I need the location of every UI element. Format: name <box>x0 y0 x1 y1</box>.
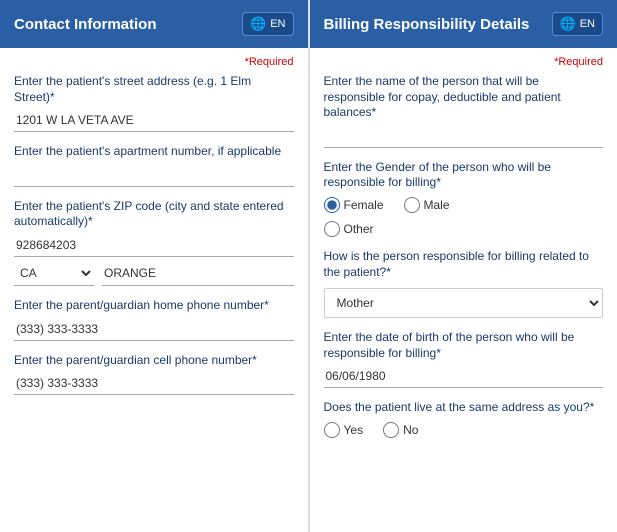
dob-input[interactable] <box>324 365 604 388</box>
gender-radio-row: Female Male <box>324 197 604 213</box>
left-panel-title: Contact Information <box>14 16 157 33</box>
gender-male-label: Male <box>424 198 450 212</box>
street-input[interactable] <box>14 109 294 132</box>
state-zip-row: CA NY TX <box>14 261 294 286</box>
same-address-no-label: No <box>403 423 418 437</box>
zip-label: Enter the patient's ZIP code (city and s… <box>14 199 294 230</box>
same-address-no-option[interactable]: No <box>383 422 418 438</box>
gender-other-option[interactable]: Other <box>324 221 604 237</box>
zip-input[interactable] <box>14 234 294 257</box>
gender-field-group: Enter the Gender of the person who will … <box>324 160 604 237</box>
relationship-select[interactable]: Mother Father Self Spouse Other <box>324 288 604 318</box>
street-label: Enter the patient's street address (e.g.… <box>14 74 294 105</box>
same-address-radio-row: Yes No <box>324 422 604 438</box>
apt-label: Enter the patient's apartment number, if… <box>14 144 294 160</box>
right-panel-header: Billing Responsibility Details 🌐 EN <box>310 0 617 48</box>
city-input[interactable] <box>102 261 294 286</box>
left-lang-label: EN <box>270 18 285 30</box>
gender-other-radio[interactable] <box>324 221 340 237</box>
state-select[interactable]: CA NY TX <box>14 261 94 286</box>
same-address-field-group: Does the patient live at the same addres… <box>324 400 604 438</box>
gender-female-label: Female <box>344 198 384 212</box>
street-field-group: Enter the patient's street address (e.g.… <box>14 74 294 132</box>
right-globe-icon: 🌐 <box>560 16 576 32</box>
zip-field-group: Enter the patient's ZIP code (city and s… <box>14 199 294 286</box>
home-phone-field-group: Enter the parent/guardian home phone num… <box>14 298 294 341</box>
left-panel-body: *Required Enter the patient's street add… <box>0 48 308 532</box>
gender-female-option[interactable]: Female <box>324 197 384 213</box>
relationship-label: How is the person responsible for billin… <box>324 249 604 280</box>
left-panel: Contact Information 🌐 EN *Required Enter… <box>0 0 308 532</box>
gender-label: Enter the Gender of the person who will … <box>324 160 604 191</box>
cell-phone-field-group: Enter the parent/guardian cell phone num… <box>14 353 294 396</box>
dob-label: Enter the date of birth of the person wh… <box>324 330 604 361</box>
home-phone-label: Enter the parent/guardian home phone num… <box>14 298 294 314</box>
left-panel-header: Contact Information 🌐 EN <box>0 0 308 48</box>
gender-other-label: Other <box>344 222 374 236</box>
gender-male-option[interactable]: Male <box>404 197 450 213</box>
home-phone-input[interactable] <box>14 318 294 341</box>
responsible-name-input[interactable] <box>324 125 604 148</box>
right-panel-body: *Required Enter the name of the person t… <box>310 48 617 532</box>
same-address-yes-option[interactable]: Yes <box>324 422 364 438</box>
right-lang-badge[interactable]: 🌐 EN <box>552 12 603 36</box>
dob-field-group: Enter the date of birth of the person wh… <box>324 330 604 388</box>
right-panel: Billing Responsibility Details 🌐 EN *Req… <box>309 0 617 532</box>
same-address-yes-radio[interactable] <box>324 422 340 438</box>
same-address-no-radio[interactable] <box>383 422 399 438</box>
right-required-note: *Required <box>324 56 604 68</box>
responsible-name-label: Enter the name of the person that will b… <box>324 74 604 121</box>
same-address-label: Does the patient live at the same addres… <box>324 400 604 416</box>
right-lang-label: EN <box>580 18 595 30</box>
left-required-note: *Required <box>14 56 294 68</box>
right-panel-title: Billing Responsibility Details <box>324 16 530 33</box>
cell-phone-input[interactable] <box>14 372 294 395</box>
gender-other-row: Other <box>324 221 604 237</box>
apt-field-group: Enter the patient's apartment number, if… <box>14 144 294 187</box>
same-address-yes-label: Yes <box>344 423 364 437</box>
gender-female-radio[interactable] <box>324 197 340 213</box>
responsible-name-field-group: Enter the name of the person that will b… <box>324 74 604 148</box>
globe-icon: 🌐 <box>250 16 266 32</box>
left-lang-badge[interactable]: 🌐 EN <box>242 12 293 36</box>
gender-male-radio[interactable] <box>404 197 420 213</box>
relationship-field-group: How is the person responsible for billin… <box>324 249 604 318</box>
cell-phone-label: Enter the parent/guardian cell phone num… <box>14 353 294 369</box>
apt-input[interactable] <box>14 164 294 187</box>
